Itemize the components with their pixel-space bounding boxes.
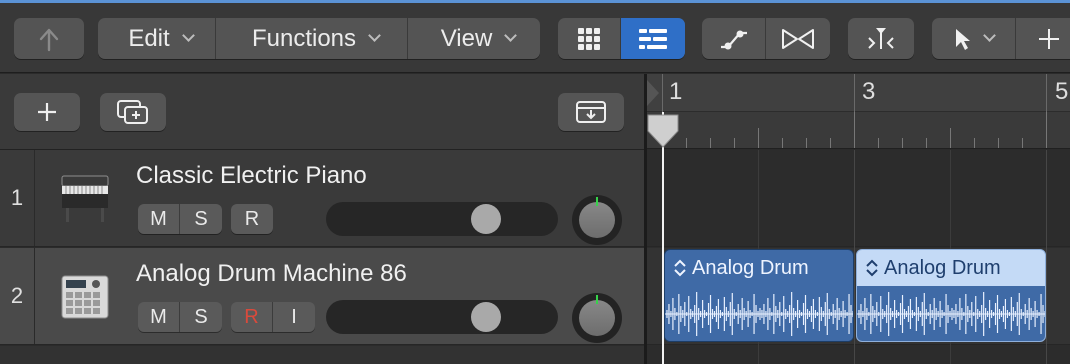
view-menu[interactable]: View bbox=[408, 18, 540, 59]
region-loop-icon bbox=[674, 259, 686, 277]
waveform bbox=[857, 286, 1045, 341]
track-lane[interactable] bbox=[647, 150, 1070, 247]
ruler-tick bbox=[878, 138, 879, 148]
bar-number-5: 5 bbox=[1055, 78, 1069, 105]
bar-ruler[interactable]: 1 3 5 bbox=[647, 74, 1070, 149]
ruler-tick bbox=[902, 138, 903, 148]
electric-piano-icon bbox=[61, 175, 109, 222]
record-input-group: R I bbox=[231, 302, 315, 332]
ruler-tick bbox=[734, 138, 735, 148]
mute-solo-group: M S bbox=[138, 204, 222, 234]
duplicate-track-button[interactable] bbox=[100, 93, 166, 131]
bar-number-3: 3 bbox=[862, 78, 876, 105]
automation-icon bbox=[720, 30, 747, 49]
add-track-button[interactable] bbox=[14, 93, 80, 131]
chevron-down-icon bbox=[181, 29, 195, 42]
tracks-view-button[interactable] bbox=[621, 18, 685, 59]
ruler-tick bbox=[782, 138, 783, 148]
grid-icon bbox=[578, 27, 600, 50]
view-mode-control bbox=[558, 18, 685, 59]
ruler-tick bbox=[1022, 138, 1023, 148]
ruler-tick bbox=[710, 138, 711, 148]
drum-machine-icon bbox=[61, 275, 109, 319]
volume-fader-knob[interactable] bbox=[471, 204, 501, 234]
region-name: Analog Drum bbox=[692, 256, 809, 279]
catch-playhead-icon bbox=[868, 27, 894, 49]
pan-knob[interactable] bbox=[572, 293, 622, 343]
playhead-handle-icon[interactable] bbox=[646, 113, 680, 149]
audio-region-selected[interactable]: Analog Drum bbox=[856, 249, 1046, 342]
track-list-empty-area bbox=[0, 346, 644, 364]
chevron-down-icon bbox=[983, 29, 996, 42]
pointer-tool-menu[interactable] bbox=[932, 18, 1016, 59]
track-row[interactable]: 1 Classic Electric Piano M S R bbox=[0, 150, 644, 247]
up-arrow-button[interactable] bbox=[14, 18, 84, 59]
mute-solo-group: M S bbox=[138, 302, 222, 332]
solo-button[interactable]: S bbox=[180, 204, 222, 234]
pan-knob[interactable] bbox=[572, 195, 622, 245]
ruler-tick bbox=[830, 138, 831, 148]
catch-button[interactable] bbox=[848, 18, 914, 59]
plus-icon bbox=[38, 103, 56, 121]
ruler-tick bbox=[1046, 112, 1047, 148]
ruler-tick bbox=[686, 138, 687, 148]
tracks-icon bbox=[639, 28, 667, 49]
track-number: 1 bbox=[0, 150, 35, 246]
functions-menu-label: Functions bbox=[251, 24, 357, 52]
playhead[interactable] bbox=[662, 112, 664, 364]
edit-menu-label: Edit bbox=[128, 24, 170, 52]
volume-fader-knob[interactable] bbox=[471, 302, 501, 332]
functions-menu[interactable]: Functions bbox=[216, 18, 408, 59]
view-menu-label: View bbox=[440, 24, 493, 52]
ruler-bar-numbers: 1 3 5 bbox=[647, 74, 1070, 112]
mute-button[interactable]: M bbox=[138, 204, 180, 234]
track-row[interactable]: 2 Analog Drum Machine 86 M S R I bbox=[0, 248, 644, 345]
ruler-tick bbox=[854, 112, 855, 148]
chevron-down-icon bbox=[368, 29, 381, 42]
pointer-icon bbox=[956, 28, 970, 50]
grid-view-button[interactable] bbox=[558, 18, 621, 59]
volume-fader[interactable] bbox=[326, 300, 558, 334]
secondary-tool-menu[interactable] bbox=[1016, 18, 1070, 59]
record-group: R bbox=[231, 204, 273, 234]
solo-button[interactable]: S bbox=[180, 302, 222, 332]
pan-indicator bbox=[596, 197, 598, 206]
track-number: 2 bbox=[0, 248, 35, 344]
mute-button[interactable]: M bbox=[138, 302, 180, 332]
edit-menu[interactable]: Edit bbox=[98, 18, 216, 59]
automation-button[interactable] bbox=[702, 18, 766, 59]
volume-fader[interactable] bbox=[326, 202, 558, 236]
track-content-catch-button[interactable] bbox=[558, 93, 624, 131]
chevron-down-icon bbox=[504, 29, 518, 42]
ruler-tick bbox=[926, 138, 927, 148]
track-name: Classic Electric Piano bbox=[136, 162, 367, 189]
ruler-tick bbox=[758, 128, 759, 148]
input-monitor-button[interactable]: I bbox=[273, 302, 315, 332]
pan-indicator bbox=[596, 295, 598, 304]
duplicate-track-icon bbox=[117, 100, 148, 124]
bar-number-1: 1 bbox=[669, 78, 683, 105]
flex-time-icon bbox=[782, 28, 814, 49]
ruler-tick bbox=[950, 128, 951, 148]
tool-menus-control bbox=[932, 18, 1070, 59]
region-loop-icon bbox=[866, 259, 878, 277]
ruler-tick bbox=[806, 138, 807, 148]
record-enable-button[interactable]: R bbox=[231, 302, 273, 332]
track-header-toolbar bbox=[0, 74, 644, 150]
flex-button[interactable] bbox=[766, 18, 830, 59]
back-up-icon bbox=[39, 28, 59, 51]
ruler-tick bbox=[998, 138, 999, 148]
ruler-left-marker-icon bbox=[647, 80, 659, 106]
region-name: Analog Drum bbox=[884, 256, 1001, 279]
waveform bbox=[665, 286, 853, 341]
ruler-tick bbox=[974, 138, 975, 148]
toolbar: Edit Functions View bbox=[0, 3, 1070, 73]
automation-control bbox=[702, 18, 830, 59]
menu-segmented-control: Edit Functions View bbox=[98, 18, 540, 59]
crosshair-icon bbox=[1039, 28, 1059, 49]
audio-region[interactable]: Analog Drum bbox=[664, 249, 854, 342]
inbox-down-icon bbox=[576, 101, 606, 123]
track-name: Analog Drum Machine 86 bbox=[136, 260, 407, 287]
record-enable-button[interactable]: R bbox=[231, 204, 273, 234]
